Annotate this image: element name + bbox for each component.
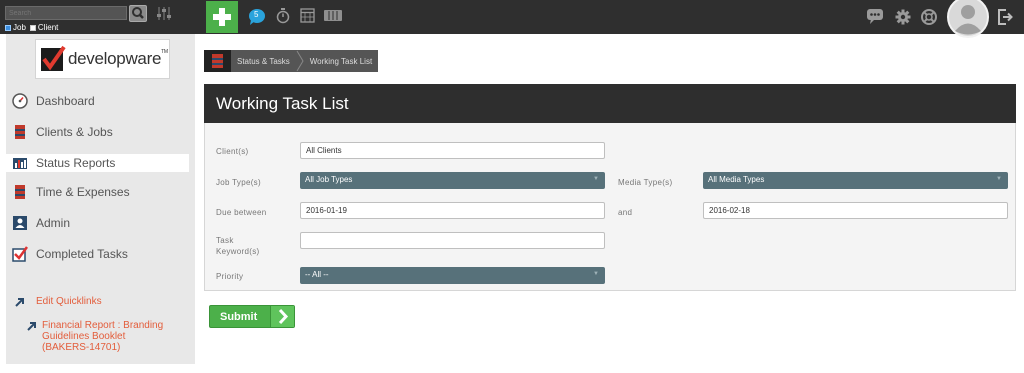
chevron-right-icon — [295, 50, 304, 72]
job-type-select[interactable]: All Job Types ▼ — [300, 172, 605, 189]
media-type-label: Media Type(s) — [618, 178, 673, 187]
arrow-up-right-icon — [27, 322, 36, 331]
search-input[interactable] — [5, 6, 127, 20]
arrow-up-right-icon — [15, 298, 24, 307]
calendar-icon[interactable] — [300, 7, 315, 23]
sidebar-item-label: Time & Expenses — [36, 185, 130, 199]
sidebar-item-label: Status Reports — [36, 156, 116, 170]
submit-label: Submit — [220, 311, 258, 323]
due-to-input[interactable] — [703, 202, 1008, 219]
job-scope-checkbox[interactable] — [5, 24, 11, 31]
due-from-input[interactable] — [300, 202, 605, 219]
cabinet-icon — [212, 54, 223, 68]
cards-icon[interactable] — [324, 9, 343, 22]
logo-text: developwareTM — [68, 49, 168, 68]
filter-sliders-icon[interactable] — [155, 5, 173, 22]
quicklink-item[interactable]: Financial Report : Branding Guidelines B… — [42, 320, 172, 353]
sidebar-item-label: Admin — [36, 216, 71, 230]
sidebar-item-dashboard[interactable]: Dashboard — [6, 92, 189, 110]
task-keyword-input[interactable] — [300, 232, 605, 249]
add-icon — [213, 8, 231, 26]
developware-logo-icon — [41, 45, 66, 71]
media-type-value: All Media Types — [708, 175, 765, 184]
company-logo[interactable]: developwareTM — [35, 39, 170, 79]
task-keyword-label-line2: Keyword(s) — [216, 247, 260, 256]
client-scope-checkbox[interactable] — [29, 24, 36, 31]
due-between-label: Due between — [216, 208, 267, 217]
chevron-right-icon — [278, 308, 289, 325]
task-keyword-label-line1: Task — [216, 236, 234, 245]
priority-value: -- All -- — [305, 270, 329, 279]
stopwatch-icon[interactable] — [276, 7, 290, 24]
breadcrumb: Status & Tasks Working Task List — [204, 50, 379, 72]
client-scope-label: Client — [37, 23, 59, 32]
sidebar-item-clients-jobs[interactable]: Clients & Jobs — [6, 123, 189, 141]
page-title: Working Task List — [204, 84, 1016, 123]
gear-icon[interactable] — [895, 9, 911, 25]
sidebar-item-completed-tasks[interactable]: Completed Tasks — [6, 245, 189, 263]
sidebar-item-label: Clients & Jobs — [36, 125, 113, 139]
job-type-label: Job Type(s) — [216, 178, 261, 187]
client-label: Client(s) — [216, 147, 249, 156]
chat-notifications-button[interactable]: 5 — [248, 8, 266, 31]
chevron-down-icon: ▼ — [996, 176, 1002, 182]
submit-button[interactable]: Submit — [209, 305, 295, 328]
breadcrumb-home[interactable] — [204, 50, 231, 72]
breadcrumb-working-task-list[interactable]: Working Task List — [303, 50, 379, 72]
sidebar-item-label: Dashboard — [36, 94, 95, 108]
notification-count: 5 — [254, 10, 259, 19]
due-and-label: and — [618, 208, 633, 217]
sidebar-item-admin[interactable]: Admin — [6, 214, 189, 232]
job-type-value: All Job Types — [305, 175, 353, 184]
bar-chart-icon — [13, 158, 27, 169]
message-icon[interactable] — [867, 9, 883, 24]
sidebar-item-label: Completed Tasks — [36, 247, 128, 261]
priority-select[interactable]: -- All -- ▼ — [300, 267, 605, 284]
admin-icon — [13, 216, 27, 230]
priority-label: Priority — [216, 272, 244, 281]
client-input[interactable] — [300, 142, 605, 159]
logout-icon[interactable] — [997, 9, 1014, 25]
cabinet-icon — [15, 185, 25, 199]
sidebar-item-time-expenses[interactable]: Time & Expenses — [6, 183, 189, 201]
sidebar-item-status-reports[interactable]: Status Reports — [6, 154, 189, 172]
sidebar: developwareTM Dashboard Clients & Jobs S… — [6, 34, 195, 364]
chevron-down-icon: ▼ — [593, 176, 599, 182]
submit-arrow — [270, 306, 294, 327]
breadcrumb-status-tasks[interactable]: Status & Tasks — [231, 50, 296, 72]
checkbox-icon — [12, 246, 28, 262]
search-button[interactable] — [129, 5, 147, 22]
filter-form: Client(s) Job Type(s) All Job Types ▼ Me… — [204, 123, 1016, 291]
media-type-select[interactable]: All Media Types ▼ — [703, 172, 1008, 189]
cabinet-icon — [15, 125, 25, 139]
avatar[interactable] — [946, 0, 990, 38]
dashboard-icon — [12, 93, 28, 109]
help-icon[interactable] — [921, 9, 937, 25]
search-icon — [132, 7, 144, 19]
add-button[interactable] — [206, 1, 238, 33]
edit-quicklinks-link[interactable]: Edit Quicklinks — [36, 296, 102, 307]
top-bar: Job Client 5 — [0, 0, 1024, 38]
job-scope-label: Job — [13, 23, 26, 32]
chevron-down-icon: ▼ — [593, 271, 599, 277]
search-scope: Job Client — [5, 23, 58, 32]
